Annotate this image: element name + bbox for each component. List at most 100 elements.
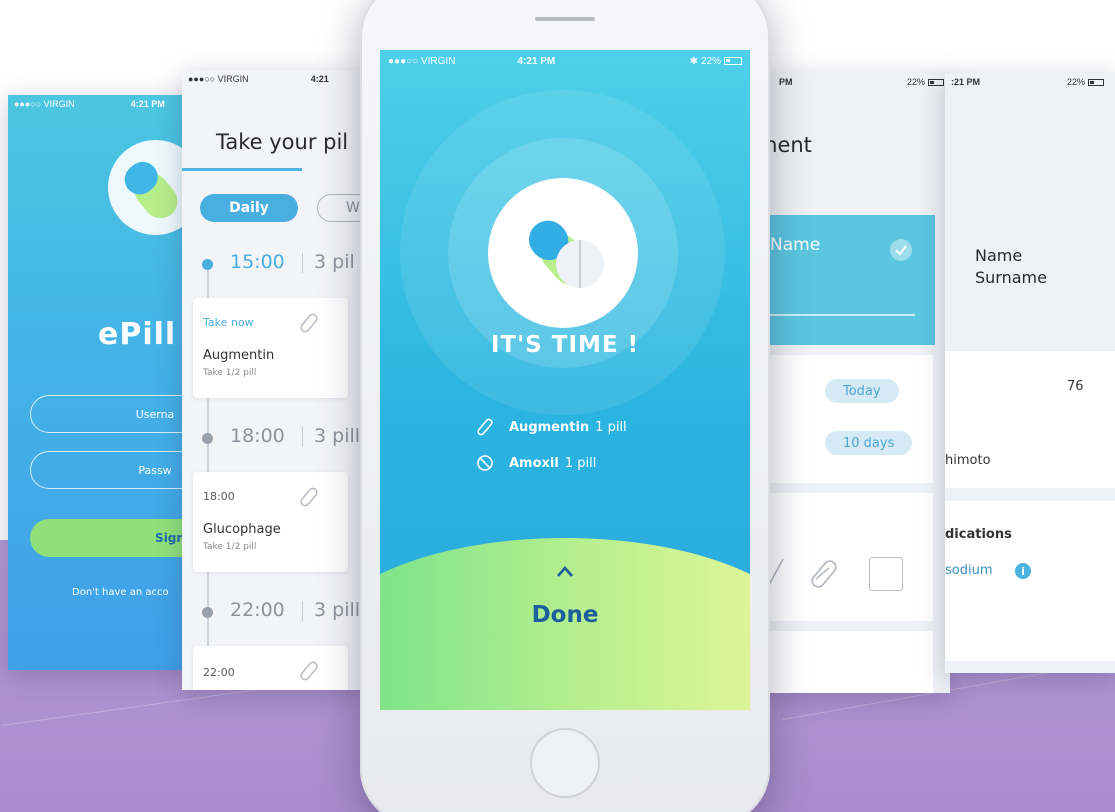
med-dose: Take 1/2 pill xyxy=(203,542,257,552)
page-title: ment xyxy=(765,133,812,157)
extra-card xyxy=(765,631,933,693)
password-field[interactable]: Passw xyxy=(30,451,188,489)
duration-label: 10 days xyxy=(843,435,895,451)
status-time: :21 PM xyxy=(951,77,981,87)
carrier-label: ●●●○○ VIRGIN xyxy=(14,99,75,109)
name-input-line xyxy=(765,314,915,316)
home-button[interactable] xyxy=(530,728,600,798)
status-bar: ●●●○○ VIRGIN 4:21 PM xyxy=(8,95,188,113)
status-bar: :21 PM 22% xyxy=(945,73,1115,91)
pill-card[interactable]: 18:00 Glucophage Take 1/2 pill xyxy=(193,472,348,572)
status-time: PM xyxy=(779,77,793,87)
login-screen: ●●●○○ VIRGIN 4:21 PM ePill Userna Passw … xyxy=(8,95,188,670)
check-icon xyxy=(890,239,912,261)
slot-divider xyxy=(302,601,303,621)
med-row: Augmentin 1 pill xyxy=(475,416,627,438)
card-time: 18:00 xyxy=(203,490,235,503)
battery-indicator: ✱ 22% xyxy=(690,56,742,67)
battery-icon xyxy=(1088,78,1104,86)
name-label: Name xyxy=(770,235,821,255)
battery-icon xyxy=(724,57,742,65)
med-name: Augmentin xyxy=(509,419,590,435)
slot-count: 3 pil xyxy=(314,251,355,273)
slot-time: 18:00 xyxy=(230,425,285,447)
schedule-card: Today 10 days xyxy=(765,355,933,483)
slot-time: 15:00 xyxy=(230,251,285,273)
bluetooth-icon: ✱ xyxy=(689,55,698,67)
status-time: 4:21 xyxy=(310,74,329,84)
medications-label: dications xyxy=(945,527,1012,542)
sign-in-button[interactable]: Sign xyxy=(30,519,188,557)
ban-icon xyxy=(475,453,495,473)
card-time: 22:00 xyxy=(203,666,235,679)
battery-percent: 22% xyxy=(700,55,721,67)
slot-time: 22:00 xyxy=(230,599,285,621)
signup-prompt[interactable]: Don't have an acco xyxy=(72,587,169,598)
square-shape-option-icon[interactable] xyxy=(869,557,903,591)
name-card[interactable]: Name xyxy=(765,215,935,345)
duration-chip[interactable]: 10 days xyxy=(825,431,913,455)
app-logo-icon xyxy=(108,140,188,235)
pill-icon xyxy=(298,486,320,512)
carrier-label: ●●●○○ VIRGIN xyxy=(188,74,249,84)
timeline-dot xyxy=(202,607,213,618)
pill-card[interactable]: 22:00 xyxy=(193,646,348,690)
timeline-dot xyxy=(202,433,213,444)
treatment-screen: PM 22% ment Name Today 10 days xyxy=(765,73,950,693)
start-date-chip[interactable]: Today xyxy=(825,379,899,403)
medications-card: dications sodium i xyxy=(945,501,1115,661)
first-name: Name xyxy=(975,246,1023,265)
start-date-label: Today xyxy=(843,383,881,399)
med-name: Augmentin xyxy=(203,348,275,363)
last-name: Surname xyxy=(975,268,1047,287)
timeline-dot-active xyxy=(202,259,213,270)
status-bar: ●●●○○ VIRGIN 4:21 PM ✱ 22% xyxy=(380,50,750,72)
med-dose: Take 1/2 pill xyxy=(203,368,257,378)
title-underline xyxy=(182,168,302,171)
info-number: 76 xyxy=(1067,379,1084,394)
status-time: 4:21 PM xyxy=(517,55,556,67)
app-name: ePill xyxy=(98,317,177,352)
med-row: Amoxil 1 pill xyxy=(475,452,596,474)
tab-weekly-label: W xyxy=(346,200,360,216)
pills-illustration-icon xyxy=(528,220,604,288)
form-card xyxy=(765,493,933,621)
status-bar: ●●●○○ VIRGIN 4:21 xyxy=(182,70,367,88)
med-name: Glucophage xyxy=(203,522,281,537)
profile-name: Name Surname xyxy=(975,245,1047,289)
med-dose: 1 pill xyxy=(564,455,597,471)
pill-card[interactable]: Take now Augmentin Take 1/2 pill xyxy=(193,298,348,398)
phone-frame: ●●●○○ VIRGIN 4:21 PM ✱ 22% IT'S TIME ! A… xyxy=(360,0,770,812)
info-icon[interactable]: i xyxy=(1015,563,1031,579)
slot-count: 3 pill xyxy=(314,425,361,447)
speaker-grille xyxy=(535,17,595,21)
status-bar: PM 22% xyxy=(765,73,950,91)
status-time: 4:21 PM xyxy=(130,99,165,109)
battery-percent: 22% xyxy=(1066,77,1085,87)
carrier-label: ●●●○○ VIRGIN xyxy=(388,55,456,67)
battery-percent: 22% xyxy=(906,77,925,87)
password-placeholder: Passw xyxy=(138,463,172,477)
battery-indicator: 22% xyxy=(1067,77,1104,87)
profile-screen: :21 PM 22% Name Surname 76 himoto dicati… xyxy=(945,73,1115,673)
tab-daily-label: Daily xyxy=(229,200,269,216)
tab-daily[interactable]: Daily xyxy=(200,194,298,222)
slot-count: 3 pill xyxy=(314,599,361,621)
done-button[interactable]: Done xyxy=(380,602,750,628)
schedule-screen: ●●●○○ VIRGIN 4:21 Take your pil Daily W … xyxy=(182,70,367,690)
info-card: 76 himoto xyxy=(945,351,1115,488)
username-placeholder: Userna xyxy=(135,407,175,421)
info-lastname: himoto xyxy=(945,453,991,468)
chevron-up-icon[interactable] xyxy=(555,562,575,582)
medication-value: sodium xyxy=(945,563,993,578)
username-field[interactable]: Userna xyxy=(30,395,188,433)
battery-indicator: 22% xyxy=(907,77,944,87)
card-status: Take now xyxy=(203,316,254,329)
slot-divider xyxy=(302,427,303,447)
med-dose: 1 pill xyxy=(595,419,627,435)
alert-headline: IT'S TIME ! xyxy=(490,332,640,358)
capsule-shape-option-icon[interactable] xyxy=(807,557,841,595)
pill-icon xyxy=(298,312,320,338)
page-title: Take your pil xyxy=(216,130,349,154)
sign-in-label: Sign xyxy=(155,531,185,545)
